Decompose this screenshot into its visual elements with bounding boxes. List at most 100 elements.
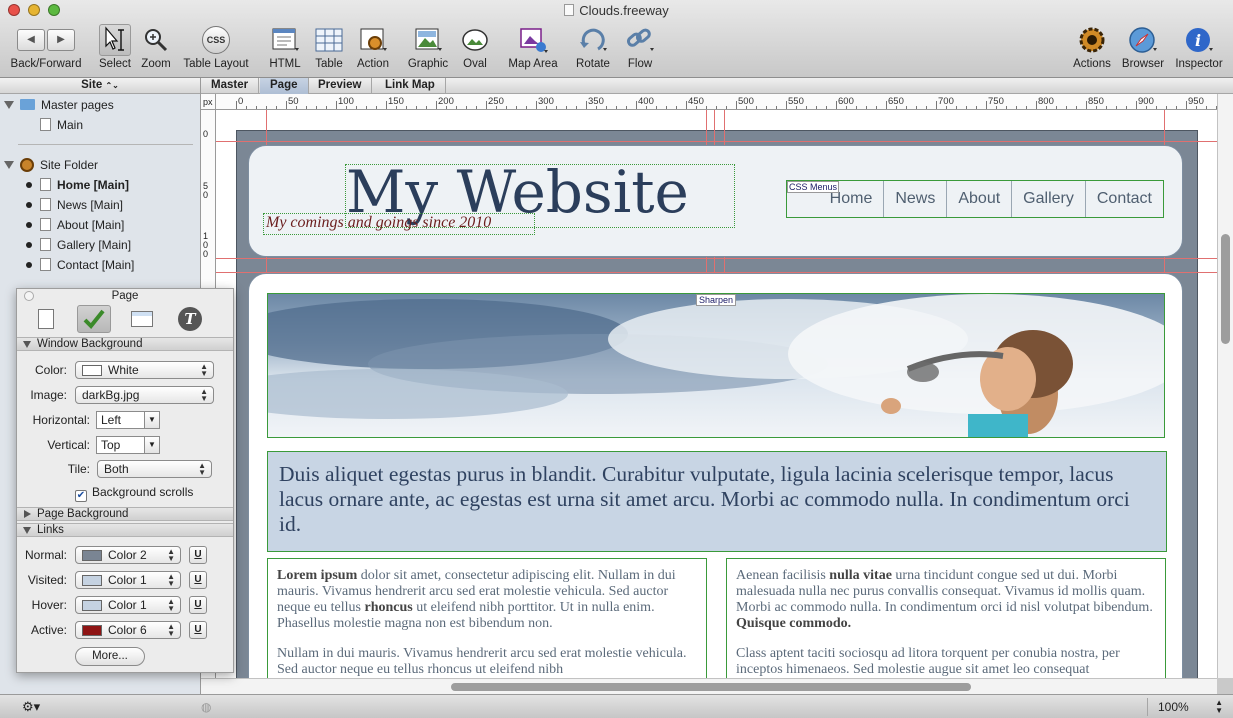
tool-label: Graphic [407, 58, 449, 70]
more-button[interactable]: More... [75, 647, 145, 666]
back-forward-control[interactable]: ◀ ▶ [17, 29, 75, 51]
tile-popup[interactable]: Both ▲ ▼ [97, 460, 212, 478]
palette-close-button[interactable] [24, 291, 34, 301]
background-scrolls-checkbox[interactable]: ✔ Background scrolls [75, 485, 193, 502]
tab-document[interactable] [29, 305, 63, 333]
inspector-button[interactable]: i Inspector [1172, 24, 1226, 70]
intro-paragraph[interactable]: Duis aliquet egestas purus in blandit. C… [267, 451, 1167, 552]
table-layout-button[interactable]: CSS Table Layout [180, 24, 252, 70]
underline-normal-button[interactable]: U [189, 546, 207, 564]
tab-link-map[interactable]: Link Map [375, 78, 446, 94]
disclosure-triangle-icon[interactable] [4, 101, 14, 109]
col-left-paragraph-1: Lorem ipsum dolor sit amet, consectetur … [277, 568, 697, 632]
tab-text[interactable]: T [173, 305, 207, 333]
ruler-number: 0 [238, 96, 244, 107]
popup-arrows-icon: ▲ ▼ [198, 461, 206, 477]
page-row-home[interactable]: Home [Main] [26, 176, 129, 194]
active-link-color-popup[interactable]: Color 6 ▲ ▼ [75, 621, 181, 639]
tool-label: Rotate [576, 58, 610, 70]
ruler-minor-tick [696, 106, 697, 109]
underline-hover-button[interactable]: U [189, 596, 207, 614]
map-area-tool-button[interactable]: Map Area [504, 24, 562, 70]
chevron-down-icon[interactable]: ▼ [144, 437, 159, 453]
horizontal-combo[interactable]: Left ▼ [96, 411, 160, 429]
normal-link-color-popup[interactable]: Color 2 ▲ ▼ [75, 546, 181, 564]
visited-link-color-popup[interactable]: Color 1 ▲ ▼ [75, 571, 181, 589]
site-folder-row[interactable]: Site Folder [4, 156, 98, 174]
tab-preview[interactable]: Preview [308, 78, 373, 94]
page-background-section[interactable]: Page Background [17, 507, 233, 521]
forward-arrow-icon[interactable]: ▶ [47, 29, 75, 51]
chevron-down-icon[interactable]: ▼ [144, 412, 159, 428]
hero-image[interactable] [267, 293, 1165, 438]
underline-active-button[interactable]: U [189, 621, 207, 639]
disclosure-triangle-icon[interactable] [24, 510, 31, 518]
table-tool-button[interactable]: Table [310, 24, 348, 70]
page-canvas[interactable]: My Website My comings and goings since 2… [216, 110, 1217, 678]
css-menu[interactable]: Home News About Gallery Contact [786, 180, 1164, 218]
oval-tool-button[interactable]: Oval [456, 24, 494, 70]
page-label: Contact [Main] [57, 258, 135, 272]
vertical-combo[interactable]: Top ▼ [96, 436, 160, 454]
ruler-minor-tick [1166, 106, 1167, 109]
menu-item-gallery[interactable]: Gallery [1012, 181, 1086, 217]
tab-master[interactable]: Master [201, 78, 260, 94]
tab-layout[interactable] [125, 305, 159, 333]
site-panel-header[interactable]: Site ⌃⌄ [0, 78, 200, 94]
action-tool-button[interactable]: Action [352, 24, 394, 70]
menu-item-news[interactable]: News [884, 181, 948, 217]
horizontal-scrollbar[interactable] [201, 678, 1217, 694]
horizontal-scroll-thumb[interactable] [451, 683, 971, 691]
zoom-level-popup[interactable]: 100% ▲ ▼ [1147, 698, 1227, 716]
rotate-tool-button[interactable]: Rotate [572, 24, 614, 70]
hover-link-color-popup[interactable]: Color 1 ▲ ▼ [75, 596, 181, 614]
tab-page[interactable]: Page [260, 78, 309, 94]
gear-menu-icon[interactable]: ⚙▾ [22, 698, 52, 716]
css-menus-tag: CSS Menus [787, 181, 840, 193]
ruler-minor-tick [766, 106, 767, 109]
back-arrow-icon[interactable]: ◀ [17, 29, 45, 51]
disclosure-triangle-icon[interactable] [23, 527, 31, 534]
ruler-minor-tick [616, 106, 617, 109]
ruler-minor-tick [1096, 106, 1097, 109]
links-section[interactable]: Links [17, 523, 233, 537]
actions-palette-button[interactable]: Actions [1070, 24, 1114, 70]
ruler-minor-tick [506, 106, 507, 109]
menu-item-about[interactable]: About [947, 181, 1013, 217]
ruler-minor-tick [406, 106, 407, 109]
menu-item-contact[interactable]: Contact [1086, 181, 1163, 217]
site-tagline[interactable]: My comings and goings since 2010 [266, 214, 491, 232]
window-color-popup[interactable]: White ▲ ▼ [75, 361, 214, 379]
zoom-tool-button[interactable]: Zoom [138, 24, 174, 70]
ruler-minor-tick [856, 106, 857, 109]
underline-visited-button[interactable]: U [189, 571, 207, 589]
back-forward-button[interactable]: ◀ ▶ Back/Forward [8, 24, 84, 70]
ruler-tick [1136, 101, 1137, 109]
html-box-tool-button[interactable]: HTML [264, 24, 306, 70]
page-row-gallery[interactable]: Gallery [Main] [26, 236, 131, 254]
inspector-tabs: T [29, 305, 207, 335]
page-row-contact[interactable]: Contact [Main] [26, 256, 134, 274]
ruler-minor-tick [1196, 106, 1197, 109]
master-main-row[interactable]: Main [40, 116, 83, 134]
flow-tool-button[interactable]: Flow [622, 24, 658, 70]
window-background-section[interactable]: Window Background [17, 337, 233, 351]
checkbox-checked-icon[interactable]: ✔ [75, 490, 87, 502]
master-pages-row[interactable]: Master pages [4, 96, 114, 114]
section-title: Page Background [37, 508, 129, 520]
vertical-scroll-thumb[interactable] [1221, 234, 1230, 344]
text-column-left[interactable]: Lorem ipsum dolor sit amet, consectetur … [267, 558, 707, 678]
page-row-news[interactable]: News [Main] [26, 196, 123, 214]
tab-styles[interactable] [77, 305, 111, 333]
vertical-scrollbar[interactable] [1217, 94, 1233, 678]
disclosure-triangle-icon[interactable] [23, 341, 31, 348]
graphic-tool-button[interactable]: Graphic [404, 24, 452, 70]
browser-button[interactable]: Browser [1120, 24, 1166, 70]
horizontal-ruler: 0 50 100 150 200 250 300 350 400 450 500 550 600 650 7… [216, 94, 1227, 110]
page-row-about[interactable]: About [Main] [26, 216, 124, 234]
select-tool-button[interactable]: Select [96, 24, 134, 70]
window-image-popup[interactable]: darkBg.jpg ▲ ▼ [75, 386, 214, 404]
disclosure-triangle-icon[interactable] [4, 161, 14, 169]
color-swatch [82, 550, 102, 561]
text-column-right[interactable]: Aenean facilisis nulla vitae urna tincid… [726, 558, 1166, 678]
